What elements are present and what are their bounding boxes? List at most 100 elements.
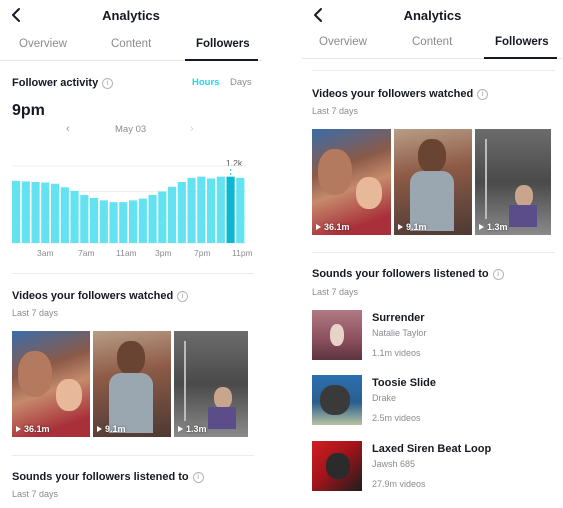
chart-bar[interactable] bbox=[216, 176, 225, 243]
video-view-count: 1.3m bbox=[178, 424, 207, 434]
chart-bar[interactable] bbox=[80, 195, 89, 243]
hours-toggle[interactable]: Hours bbox=[192, 77, 219, 88]
sound-artist: Jawsh 685 bbox=[372, 459, 416, 469]
video-thumbnail[interactable]: 1.3m bbox=[174, 331, 248, 437]
info-icon[interactable]: i bbox=[477, 89, 489, 100]
tab-bar: Overview Content Followers bbox=[302, 32, 563, 59]
sound-name: Surrender bbox=[372, 312, 425, 324]
chart-bar[interactable] bbox=[177, 181, 186, 243]
sounds-subtitle: Last 7 days bbox=[312, 287, 359, 297]
chart-bar[interactable] bbox=[148, 195, 157, 243]
sound-list-item[interactable]: Surrender Natalie Taylor 1.1m videos bbox=[312, 310, 557, 365]
sound-name: Toosie Slide bbox=[372, 377, 436, 389]
sound-video-count: 27.9m videos bbox=[372, 479, 426, 489]
header: Analytics bbox=[0, 0, 262, 34]
chart-bar[interactable] bbox=[31, 181, 40, 243]
chart-bar[interactable] bbox=[187, 177, 196, 243]
tab-content[interactable]: Content bbox=[412, 36, 452, 48]
child-figure bbox=[515, 185, 533, 207]
video-view-count: 36.1m bbox=[16, 424, 50, 434]
album-cover bbox=[312, 375, 362, 425]
chart-bar[interactable] bbox=[70, 190, 79, 243]
chart-bar[interactable] bbox=[99, 200, 108, 243]
divider bbox=[12, 273, 254, 274]
child-figure bbox=[214, 387, 232, 409]
header: Analytics bbox=[302, 0, 563, 34]
days-toggle[interactable]: Days bbox=[230, 77, 252, 88]
divider bbox=[312, 70, 555, 71]
chart-bar[interactable] bbox=[158, 191, 167, 243]
person-figure bbox=[318, 149, 352, 195]
video-thumbnail[interactable]: 36.1m bbox=[12, 331, 90, 437]
person-figure bbox=[418, 139, 446, 173]
video-view-count: 36.1m bbox=[316, 222, 350, 232]
tab-followers[interactable]: Followers bbox=[196, 38, 250, 50]
cover-figure bbox=[330, 324, 344, 346]
video-thumbnail[interactable]: 9.1m bbox=[93, 331, 171, 437]
left-analytics-screen: Analytics Overview Content Followers Fol… bbox=[0, 0, 262, 508]
play-icon bbox=[316, 224, 321, 230]
chart-bar[interactable] bbox=[197, 176, 206, 243]
info-icon[interactable]: i bbox=[177, 291, 189, 302]
cover-figure bbox=[326, 453, 350, 479]
tab-followers[interactable]: Followers bbox=[495, 36, 549, 48]
chart-bar[interactable] bbox=[129, 200, 138, 243]
chart-bar[interactable] bbox=[119, 202, 128, 243]
chart-bar[interactable] bbox=[12, 180, 21, 243]
next-date-chevron-icon[interactable]: › bbox=[190, 123, 194, 135]
sound-list-item[interactable]: Laxed Siren Beat Loop Jawsh 685 27.9m vi… bbox=[312, 441, 557, 496]
back-arrow-icon[interactable] bbox=[8, 6, 26, 24]
video-view-count: 1.3m bbox=[479, 222, 508, 232]
chart-bar[interactable] bbox=[138, 198, 147, 243]
x-tick-label: 11pm bbox=[232, 248, 253, 258]
play-icon bbox=[178, 426, 183, 432]
chart-bar[interactable] bbox=[41, 182, 50, 243]
album-cover bbox=[312, 310, 362, 360]
page-title: Analytics bbox=[102, 8, 160, 23]
active-tab-indicator bbox=[185, 59, 258, 61]
shower-rail bbox=[184, 341, 186, 421]
sound-artist: Natalie Taylor bbox=[372, 328, 427, 338]
videos-subtitle: Last 7 days bbox=[312, 106, 359, 116]
info-icon[interactable]: i bbox=[492, 269, 504, 280]
follower-activity-section-title: Follower activity i bbox=[12, 77, 114, 89]
divider bbox=[312, 252, 555, 253]
sounds-section-title: Sounds your followers listened to i bbox=[312, 268, 504, 280]
cover-figure bbox=[320, 385, 350, 415]
chart-bar[interactable] bbox=[236, 177, 245, 243]
play-icon bbox=[16, 426, 21, 432]
x-tick-label: 3pm bbox=[155, 248, 172, 258]
chart-bar[interactable] bbox=[51, 183, 60, 243]
chart-bar[interactable] bbox=[90, 197, 99, 243]
video-view-count: 9.1m bbox=[97, 424, 126, 434]
sound-list-item[interactable]: Toosie Slide Drake 2.5m videos bbox=[312, 375, 557, 430]
play-icon bbox=[398, 224, 403, 230]
chart-bar[interactable] bbox=[21, 181, 30, 243]
videos-subtitle: Last 7 days bbox=[12, 308, 59, 318]
play-icon bbox=[479, 224, 484, 230]
back-arrow-icon[interactable] bbox=[310, 6, 328, 24]
videos-section-title: Videos your followers watched i bbox=[12, 290, 189, 302]
video-thumbnail[interactable]: 36.1m bbox=[312, 129, 391, 235]
prev-date-chevron-icon[interactable]: ‹ bbox=[66, 123, 70, 135]
tab-bar: Overview Content Followers bbox=[0, 34, 262, 61]
tab-overview[interactable]: Overview bbox=[319, 36, 367, 48]
chart-bar[interactable] bbox=[60, 187, 69, 243]
album-cover bbox=[312, 441, 362, 491]
sounds-title: Sounds your followers listened to bbox=[12, 471, 189, 483]
info-icon[interactable]: i bbox=[192, 472, 204, 483]
tab-content[interactable]: Content bbox=[111, 38, 151, 50]
sound-video-count: 2.5m videos bbox=[372, 413, 421, 423]
tab-overview[interactable]: Overview bbox=[19, 38, 67, 50]
shower-rail bbox=[485, 139, 487, 219]
video-thumbnail[interactable]: 1.3m bbox=[475, 129, 551, 235]
chart-bar[interactable] bbox=[168, 186, 177, 243]
chart-bar[interactable] bbox=[109, 202, 118, 243]
date-label: May 03 bbox=[115, 124, 147, 135]
video-thumbnail[interactable]: 9.1m bbox=[394, 129, 472, 235]
divider bbox=[12, 455, 254, 456]
chart-bar[interactable] bbox=[207, 178, 216, 243]
chart-bar[interactable] bbox=[226, 176, 235, 243]
info-icon[interactable]: i bbox=[102, 78, 114, 89]
active-tab-indicator bbox=[484, 57, 557, 59]
